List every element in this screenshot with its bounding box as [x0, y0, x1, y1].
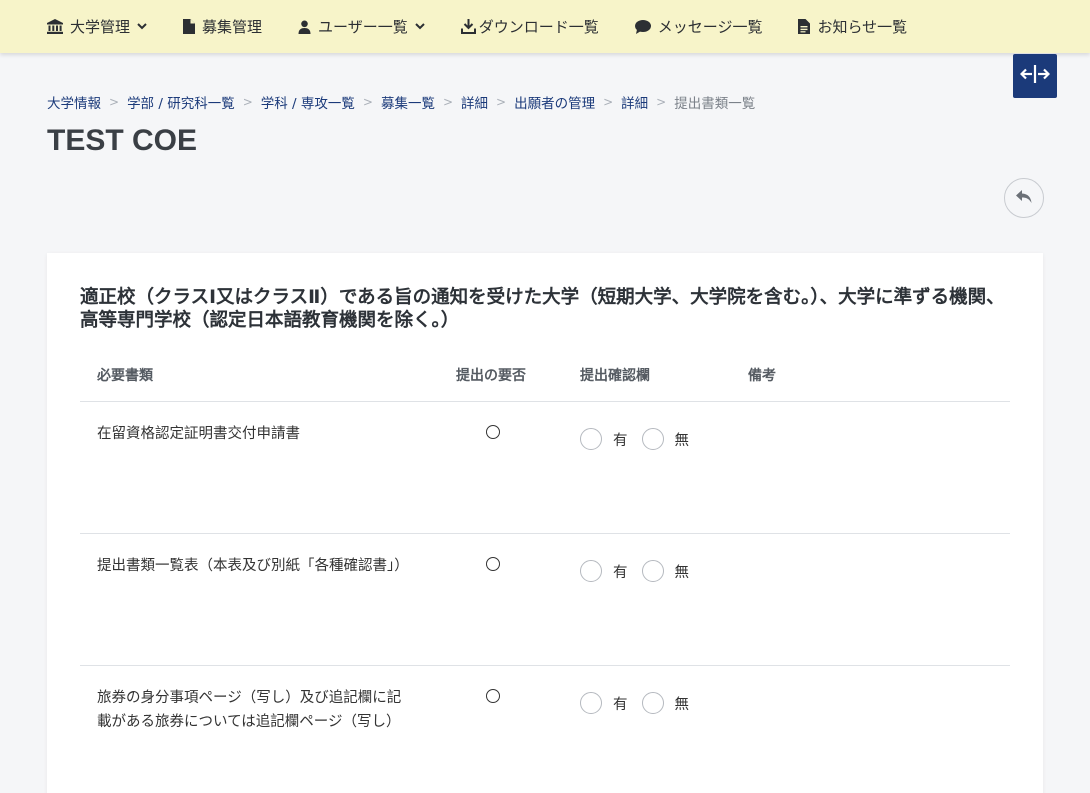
breadcrumb-separator: >	[442, 95, 454, 109]
document-name: 旅券の身分事項ページ（写し）及び追記欄に記載がある旅券については追記欄ページ（写…	[97, 690, 402, 730]
radio-no[interactable]: 無	[641, 560, 690, 582]
radio-yes[interactable]: 有	[580, 560, 628, 582]
breadcrumb-link[interactable]: 募集一覧	[381, 92, 435, 112]
breadcrumb-link[interactable]: 学部 / 研究科一覧	[127, 92, 235, 112]
nav-label: 募集管理	[202, 18, 263, 36]
radio-circle[interactable]	[580, 428, 602, 450]
card-title: 適正校（クラスⅠ又はクラスⅡ）である旨の通知を受けた大学（短期大学、大学院を含む…	[80, 287, 1005, 331]
table-row: 旅券の身分事項ページ（写し）及び追記欄に記載がある旅券については追記欄ページ（写…	[80, 666, 1010, 793]
required-mark	[486, 554, 502, 572]
comment-icon	[634, 19, 651, 34]
nav-label: メッセージ一覧	[657, 18, 763, 36]
radio-circle[interactable]	[580, 692, 602, 714]
breadcrumb-separator: >	[362, 95, 373, 109]
nav-recruitment-management[interactable]: 募集管理	[183, 16, 262, 37]
required-mark	[486, 422, 502, 440]
breadcrumb-separator: >	[656, 95, 667, 109]
nav-label: お知らせ一覧	[817, 18, 908, 36]
radio-circle[interactable]	[641, 428, 664, 450]
breadcrumb-separator: >	[496, 95, 507, 109]
radio-circle[interactable]	[641, 560, 664, 582]
nav-message-list[interactable]: メッセージ一覧	[634, 16, 763, 37]
back-button[interactable]	[1004, 178, 1044, 218]
column-header-documents: 必要書類	[97, 368, 153, 384]
nav-university-management[interactable]: 大学管理	[47, 16, 147, 37]
download-icon	[460, 19, 476, 34]
radio-no[interactable]: 無	[641, 428, 690, 450]
reply-icon	[1016, 189, 1032, 208]
breadcrumb-link[interactable]: 詳細	[621, 92, 648, 112]
breadcrumb-link[interactable]: 詳細	[461, 92, 488, 112]
column-header-remarks: 備考	[748, 368, 776, 384]
radio-yes-label: 有	[613, 564, 628, 581]
radio-circle[interactable]	[580, 560, 602, 582]
document-icon	[798, 19, 811, 34]
radio-no-label: 無	[674, 432, 690, 449]
documents-card: 適正校（クラスⅠ又はクラスⅡ）である旨の通知を受けた大学（短期大学、大学院を含む…	[47, 253, 1043, 793]
column-header-confirmation: 提出確認欄	[580, 368, 650, 384]
confirmation-radio-group: 有 無	[580, 692, 703, 714]
required-mark	[486, 686, 502, 704]
table-row: 提出書類一覧表（本表及び別紙「各種確認書」） 有 無	[80, 534, 1010, 666]
nav-user-list[interactable]: ユーザー一覧	[298, 16, 425, 37]
breadcrumb-current: 提出書類一覧	[674, 96, 756, 112]
arrows-horizontal-icon	[1019, 64, 1051, 88]
table-row: 在留資格認定証明書交付申請書 有 無	[80, 402, 1010, 534]
university-icon	[47, 19, 63, 34]
breadcrumb-link[interactable]: 大学情報	[47, 92, 101, 112]
radio-no-label: 無	[674, 564, 690, 581]
confirmation-radio-group: 有 無	[580, 428, 703, 450]
nav-label: ダウンロード一覧	[478, 18, 599, 36]
chevron-down-icon	[415, 23, 425, 30]
page-title: TEST COE	[47, 124, 198, 157]
document-name: 在留資格認定証明書交付申請書	[97, 426, 300, 442]
radio-circle[interactable]	[641, 692, 664, 714]
document-name: 提出書類一覧表（本表及び別紙「各種確認書」）	[97, 558, 409, 574]
radio-yes[interactable]: 有	[580, 428, 628, 450]
breadcrumb-separator: >	[109, 95, 120, 109]
circle-mark-icon	[486, 689, 500, 703]
nav-notice-list[interactable]: お知らせ一覧	[798, 16, 907, 37]
radio-no[interactable]: 無	[641, 692, 690, 714]
expand-toggle-button[interactable]	[1013, 54, 1057, 98]
radio-yes-label: 有	[613, 432, 628, 449]
table-header: 必要書類 提出の要否 提出確認欄 備考	[80, 365, 1010, 402]
nav-download-list[interactable]: ダウンロード一覧	[460, 16, 599, 37]
breadcrumb-separator: >	[242, 95, 253, 109]
radio-yes[interactable]: 有	[580, 692, 628, 714]
nav-label: 大学管理	[70, 18, 131, 36]
breadcrumb-link[interactable]: 出願者の管理	[514, 92, 595, 112]
radio-no-label: 無	[674, 696, 690, 713]
circle-mark-icon	[486, 557, 500, 571]
radio-yes-label: 有	[613, 696, 628, 713]
circle-mark-icon	[486, 425, 500, 439]
confirmation-radio-group: 有 無	[580, 560, 703, 582]
nav-label: ユーザー一覧	[318, 18, 408, 36]
user-icon	[298, 20, 311, 34]
column-header-required: 提出の要否	[456, 368, 526, 384]
breadcrumb-link[interactable]: 学科 / 専攻一覧	[261, 92, 355, 112]
breadcrumb: 大学情報 > 学部 / 研究科一覧 > 学科 / 専攻一覧 > 募集一覧 > 詳細 > 出…	[47, 92, 755, 112]
chevron-down-icon	[137, 23, 147, 30]
breadcrumb-separator: >	[603, 95, 614, 109]
top-navbar: 大学管理 募集管理 ユーザー一覧 ダウンロード一覧 メッセージ一覧 お知らせ一覧	[0, 0, 1090, 53]
file-icon	[183, 19, 196, 34]
